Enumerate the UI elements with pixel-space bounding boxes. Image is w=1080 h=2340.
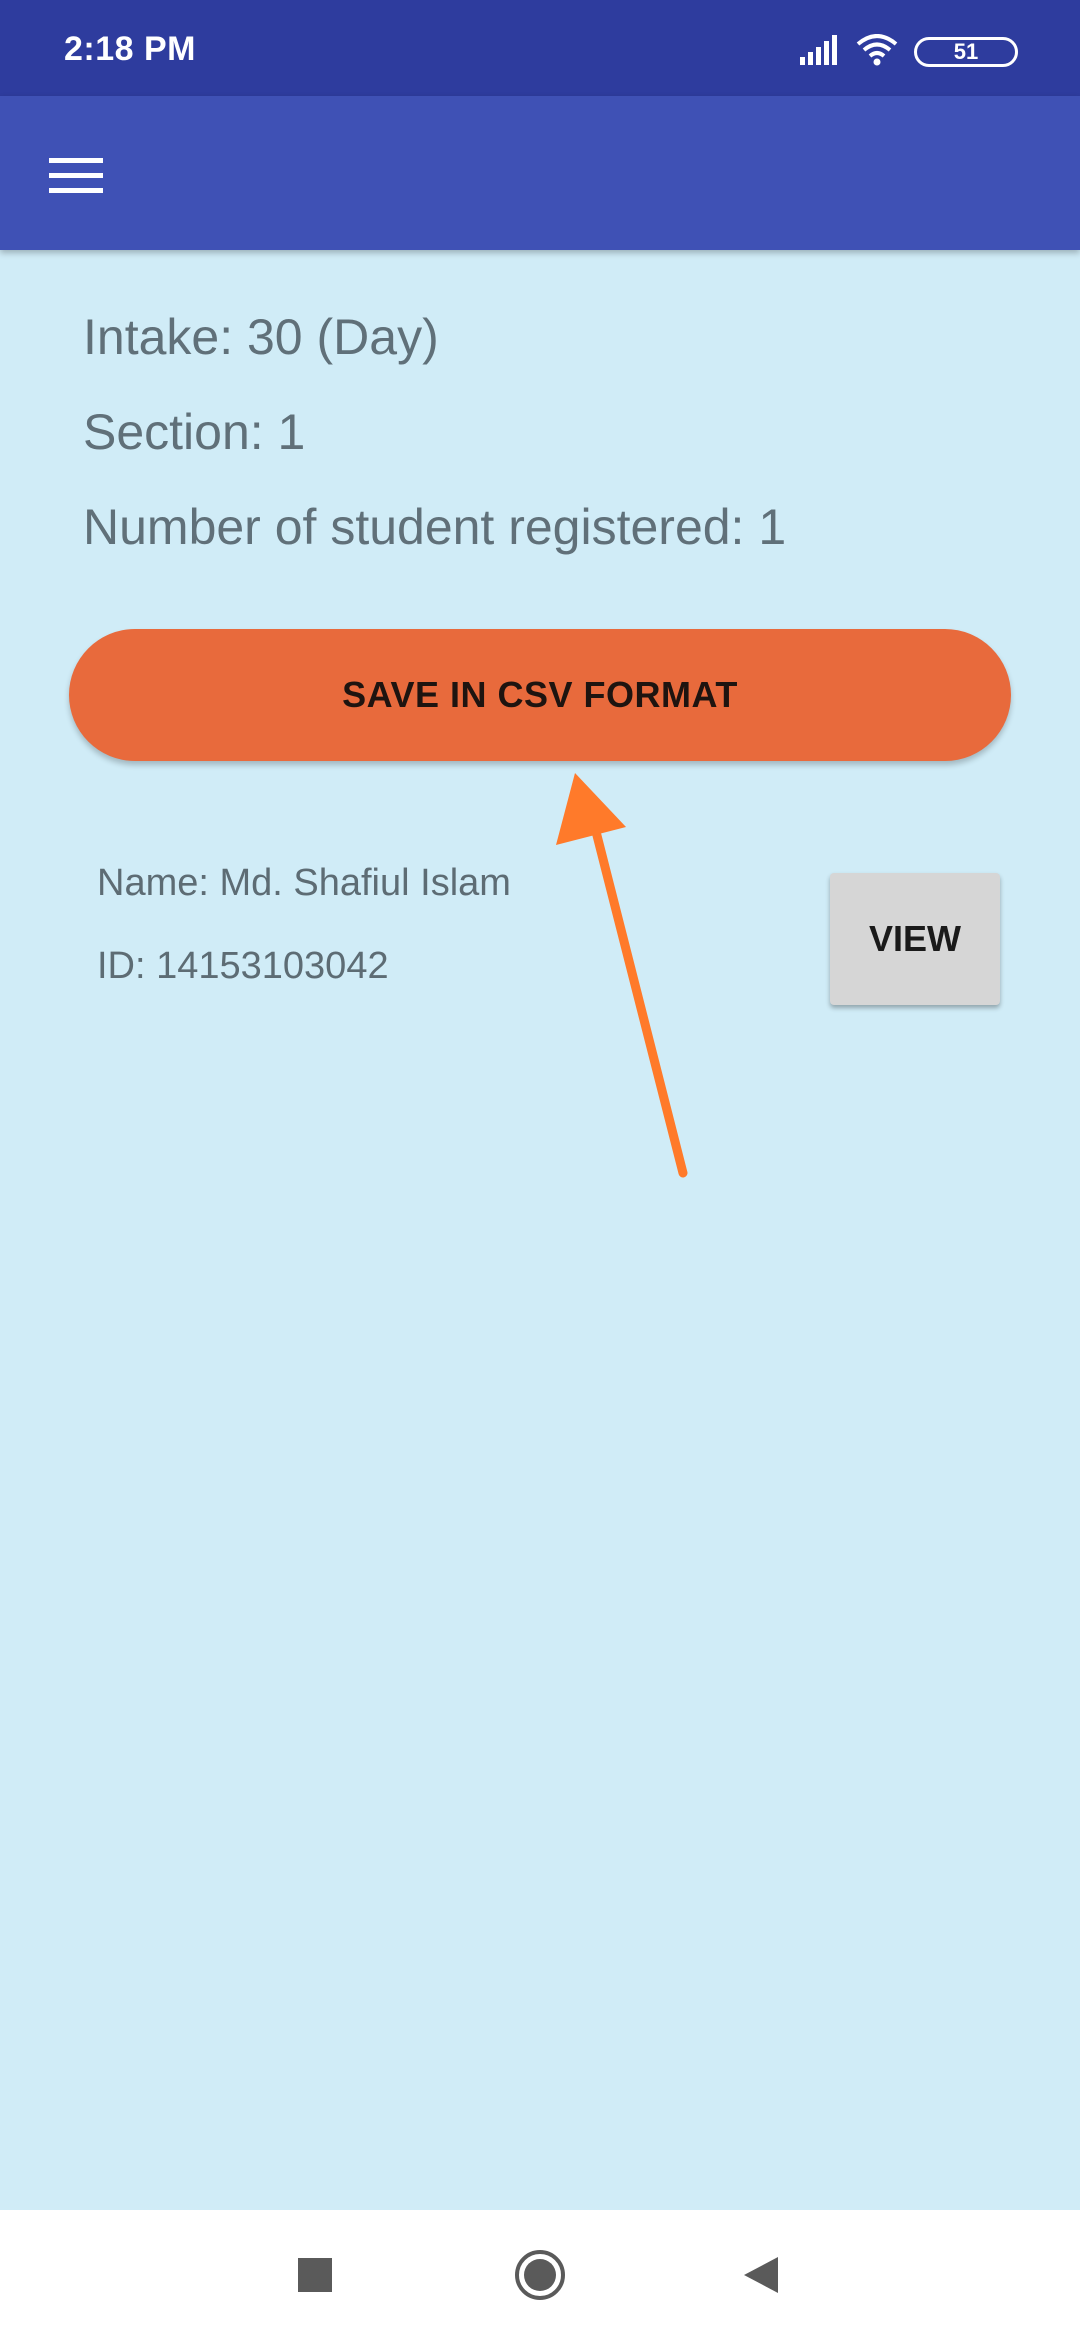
section-text: Section: 1 <box>83 404 306 460</box>
signal-icon <box>800 34 840 70</box>
back-triangle-icon[interactable] <box>716 2210 806 2340</box>
intake-text: Intake: 30 (Day) <box>83 309 439 365</box>
save-csv-button[interactable]: SAVE IN CSV FORMAT <box>69 629 1011 761</box>
view-button[interactable]: VIEW <box>830 873 1000 1005</box>
student-name: Name: Md. Shafiul Islam <box>97 862 511 904</box>
registered-count-text: Number of student registered: 1 <box>83 499 787 555</box>
hamburger-menu-icon[interactable] <box>36 136 116 216</box>
status-time: 2:18 PM <box>64 30 196 68</box>
recents-square-icon[interactable] <box>270 2210 360 2340</box>
app-bar <box>0 96 1080 250</box>
status-icons: 51 <box>800 32 1018 72</box>
battery-level: 51 <box>953 39 979 64</box>
battery-icon: 51 <box>914 37 1018 67</box>
student-id: ID: 14153103042 <box>97 945 389 987</box>
nav-bar <box>0 2210 1080 2340</box>
home-circle-icon[interactable] <box>495 2210 585 2340</box>
wifi-icon <box>856 33 898 71</box>
status-bar: 2:18 PM 51 <box>0 0 1080 96</box>
